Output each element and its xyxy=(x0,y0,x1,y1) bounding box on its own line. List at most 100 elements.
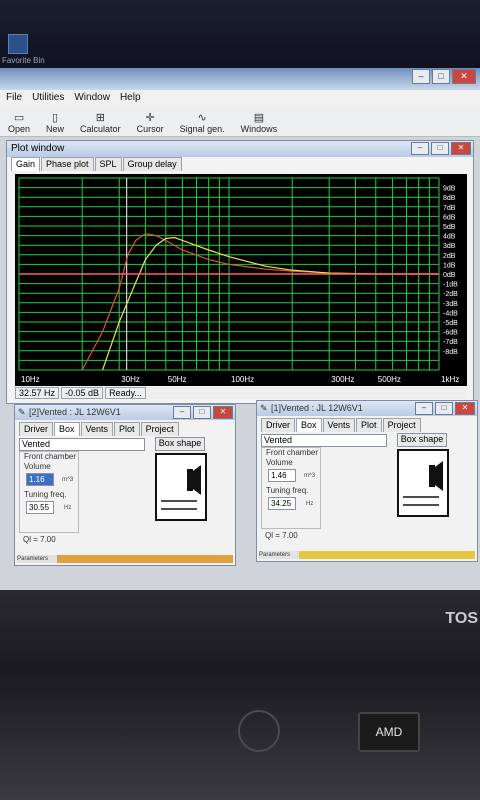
box-window-2-title: [2]Vented : JL 12W6V1 xyxy=(29,407,121,417)
signal-gen-button[interactable]: ∿ Signal gen. xyxy=(172,106,233,134)
box1-maximize-button[interactable]: □ xyxy=(435,402,453,415)
front-chamber-group: Front chamber Volume 1.46 m^3 Tuning fre… xyxy=(261,447,321,529)
tab-driver[interactable]: Driver xyxy=(19,422,53,436)
close-button[interactable]: ✕ xyxy=(452,69,476,84)
y-tick-label: -4dB xyxy=(443,310,458,317)
box-type-select[interactable]: Vented xyxy=(261,434,387,447)
plot-statusbar: 32.57 Hz -0.05 dB Ready... xyxy=(15,387,467,399)
cursor-label: Cursor xyxy=(136,124,164,134)
plot-window: Plot window – □ ✕ Gain Phase plot SPL Gr… xyxy=(6,140,474,404)
box2-close-button[interactable]: ✕ xyxy=(213,406,233,419)
y-tick-label: 1dB xyxy=(443,262,456,269)
tab-plot[interactable]: Plot xyxy=(114,422,140,436)
maximize-button[interactable]: □ xyxy=(432,69,450,84)
open-button[interactable]: ▭ Open xyxy=(0,106,38,134)
open-label: Open xyxy=(8,124,31,134)
x-tick-label: 30Hz xyxy=(121,375,140,384)
tab-project[interactable]: Project xyxy=(382,418,421,432)
menu-help[interactable]: Help xyxy=(120,90,141,106)
desktop-icon-label: Favorite Bin xyxy=(2,56,45,65)
gain-plot[interactable]: 9dB 8dB 7dB 6dB 5dB 4dB 3dB 2dB 1dB 0dB -1dB -2dB -3… xyxy=(15,174,467,386)
tuning-input[interactable]: 30.55 xyxy=(26,501,54,514)
tab-group-delay[interactable]: Group delay xyxy=(122,157,182,171)
y-tick-label: 5dB xyxy=(443,224,456,231)
cursor-button[interactable]: ✛ Cursor xyxy=(129,106,172,134)
crosshair-icon: ✛ xyxy=(145,112,155,124)
tab-vents[interactable]: Vents xyxy=(322,418,356,432)
windows-button[interactable]: ▤ Windows xyxy=(233,106,286,134)
plot-minimize-button[interactable]: – xyxy=(411,142,429,155)
tab-driver[interactable]: Driver xyxy=(261,418,295,432)
new-button[interactable]: ▯ New xyxy=(38,106,72,134)
toolbar: ▭ Open ▯ New ⊞ Calculator ✛ Cursor ∿ Signal g… xyxy=(0,106,480,137)
desktop-icon[interactable] xyxy=(8,34,28,54)
volume-label: Volume xyxy=(24,462,51,471)
new-label: New xyxy=(46,124,65,134)
tab-project[interactable]: Project xyxy=(140,422,179,436)
y-tick-label: -7dB xyxy=(443,339,458,346)
plot-maximize-button[interactable]: □ xyxy=(431,142,449,155)
tab-phase-plot[interactable]: Phase plot xyxy=(41,157,94,171)
menubar: File Utilities Window Help xyxy=(0,90,480,106)
y-tick-label: 7dB xyxy=(443,205,456,212)
parameters-label: Parameters xyxy=(259,551,299,559)
x-tick-label: 1kHz xyxy=(441,375,459,384)
plot-close-button[interactable]: ✕ xyxy=(451,142,471,155)
volume-unit: m^3 xyxy=(62,477,74,483)
box2-tabs: Driver Box Vents Plot Project xyxy=(15,422,235,436)
tab-box[interactable]: Box xyxy=(296,418,322,432)
front-chamber-group: Front chamber Volume 1.16 m^3 Tuning fre… xyxy=(19,451,79,533)
tuning-input[interactable]: 34.25 xyxy=(268,497,296,510)
volume-input[interactable]: 1.46 xyxy=(268,469,296,482)
pin-icon: ✎ xyxy=(260,403,268,413)
calculator-button[interactable]: ⊞ Calculator xyxy=(72,106,129,134)
status-frequency: 32.57 Hz xyxy=(15,387,60,399)
menu-utilities[interactable]: Utilities xyxy=(32,90,64,106)
box2-maximize-button[interactable]: □ xyxy=(193,406,211,419)
box-shape-button[interactable]: Box shape xyxy=(155,437,205,451)
series-line-1 xyxy=(81,233,439,371)
volume-label: Volume xyxy=(266,458,293,467)
y-tick-label: -2dB xyxy=(443,291,458,298)
y-tick-label: 4dB xyxy=(443,234,456,241)
x-tick-label: 300Hz xyxy=(331,375,354,384)
box-shape-button[interactable]: Box shape xyxy=(397,433,447,447)
series-line-2 xyxy=(102,236,439,371)
box1-close-button[interactable]: ✕ xyxy=(455,402,475,415)
front-chamber-label: Front chamber xyxy=(266,448,319,457)
menu-window[interactable]: Window xyxy=(74,90,110,106)
box-type-select[interactable]: Vented xyxy=(19,438,145,451)
tab-spl[interactable]: SPL xyxy=(94,157,122,171)
box1-minimize-button[interactable]: – xyxy=(415,402,433,415)
tab-box[interactable]: Box xyxy=(54,422,80,436)
y-tick-label: 2dB xyxy=(443,253,456,260)
tuning-unit: Hz xyxy=(306,501,314,507)
ql-value: Ql = 7.00 xyxy=(23,535,56,544)
volume-input[interactable]: 1.16 xyxy=(26,473,54,486)
volume-unit: m^3 xyxy=(304,473,316,479)
box-shape-preview xyxy=(397,449,449,517)
gain-chart-svg[interactable]: 9dB 8dB 7dB 6dB 5dB 4dB 3dB 2dB 1dB 0dB -1dB -2dB -3… xyxy=(15,174,467,386)
tuning-label: Tuning freq. xyxy=(24,490,67,499)
box2-minimize-button[interactable]: – xyxy=(173,406,191,419)
box-window-2-titlebar: ✎ [2]Vented : JL 12W6V1 – □ ✕ xyxy=(15,405,235,420)
y-tick-label: 8dB xyxy=(443,195,456,202)
box-window-1-title: [1]Vented : JL 12W6V1 xyxy=(271,403,363,413)
box-shape-preview xyxy=(155,453,207,521)
app-titlebar: – □ ✕ xyxy=(0,68,480,90)
y-tick-label: -6dB xyxy=(443,330,458,337)
tab-vents[interactable]: Vents xyxy=(80,422,114,436)
tab-plot[interactable]: Plot xyxy=(356,418,382,432)
front-chamber-label: Front chamber xyxy=(24,452,77,461)
tab-gain[interactable]: Gain xyxy=(11,157,41,171)
x-tick-label: 100Hz xyxy=(231,375,254,384)
ql-value: Ql = 7.00 xyxy=(265,531,298,540)
speaker-box-icon xyxy=(403,461,443,506)
plot-window-title: Plot window xyxy=(11,143,65,154)
minimize-button[interactable]: – xyxy=(412,69,430,84)
x-tick-label: 500Hz xyxy=(378,375,401,384)
menu-file[interactable]: File xyxy=(6,90,22,106)
box2-statusstrip: Parameters xyxy=(17,555,233,563)
parameters-label: Parameters xyxy=(17,555,57,563)
power-button[interactable] xyxy=(238,710,280,752)
